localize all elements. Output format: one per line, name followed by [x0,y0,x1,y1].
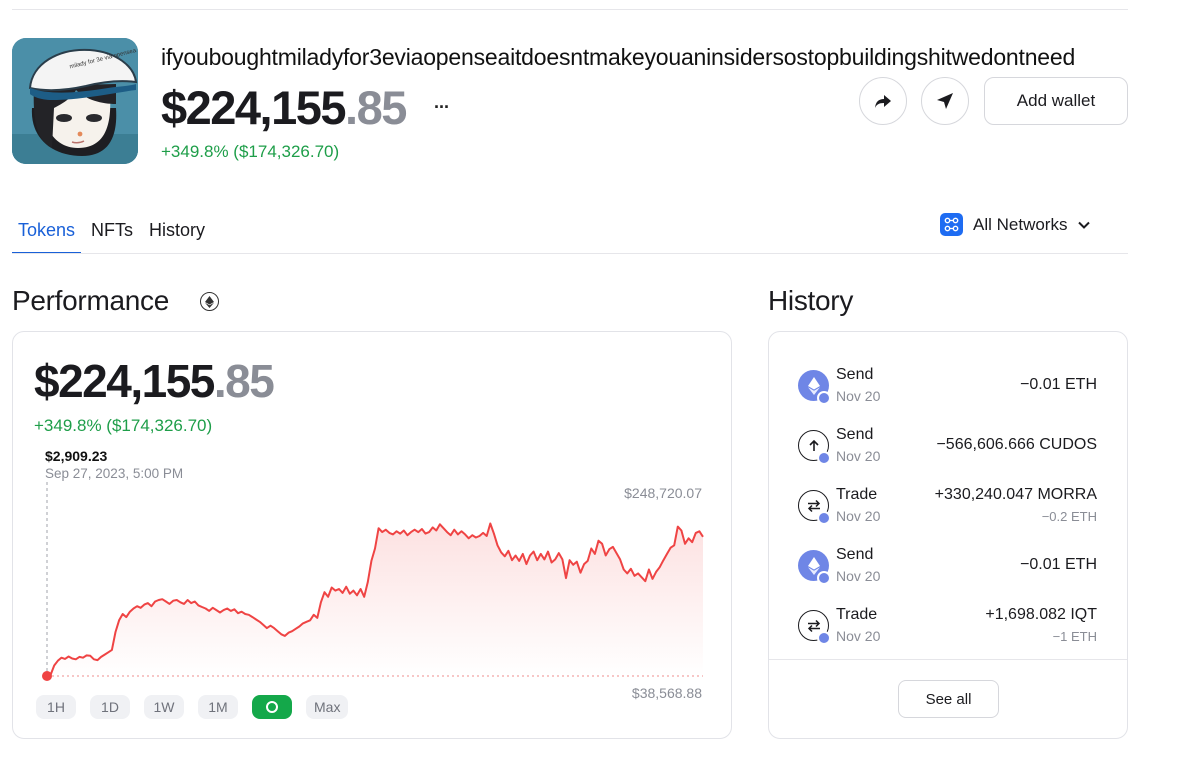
history-divider [769,659,1127,660]
history-amount: −0.01 ETH [1020,556,1097,573]
performance-title: Performance [12,285,169,316]
history-sub-amount: −0.2 ETH [1041,509,1097,524]
history-date: Nov 20 [836,568,881,584]
card-balance: $224,155.85 [34,354,275,408]
history-sub-amount: −1 ETH [1052,629,1097,644]
ethereum-info-icon[interactable] [200,292,219,311]
more-options-button[interactable]: ... [434,92,449,113]
send-button[interactable] [921,77,969,125]
tab-nfts[interactable]: NFTs [85,216,139,254]
history-type: Send [836,546,874,563]
history-amount: −0.01 ETH [1020,376,1097,393]
tabs-divider [12,253,1128,254]
profile-avatar: milady for 3e via opensea [12,38,138,164]
history-date: Nov 20 [836,388,881,404]
history-amount: +330,240.047 MORRA [934,486,1097,503]
history-item[interactable]: Send Nov 20 −0.01 ETH [769,540,1127,600]
wallet-name: ifyouboughtmiladyfor3eviaopenseaitdoesnt… [161,44,1076,70]
range-1w[interactable]: 1W [144,695,184,719]
card-balance-whole: $224,155 [34,355,215,407]
history-type: Send [836,426,874,443]
range-1d[interactable]: 1D [90,695,130,719]
history-card: Send Nov 20 −0.01 ETH Send Nov 20 −566,6… [768,331,1128,739]
history-item[interactable]: Trade Nov 20 +1,698.082 IQT −1 ETH [769,600,1127,660]
tooltip-date: Sep 27, 2023, 5:00 PM [45,466,184,481]
portfolio-balance: $224,155.85 [161,80,407,135]
history-item[interactable]: Send Nov 20 −566,606.666 CUDOS [769,420,1127,480]
chevron-down-icon [1078,221,1091,229]
network-grid-icon [940,213,963,236]
history-type: Trade [836,486,878,503]
balance-cents: .85 [345,81,407,134]
history-title: History [768,285,854,316]
share-button[interactable] [859,77,907,125]
chart-hover-point [42,671,52,681]
history-item[interactable]: Send Nov 20 −0.01 ETH [769,360,1127,420]
history-amount: −566,606.666 CUDOS [936,436,1097,453]
history-item[interactable]: Trade Nov 20 +330,240.047 MORRA −0.2 ETH [769,480,1127,540]
circle-icon [266,701,278,713]
see-all-button[interactable]: See all [898,680,999,718]
milady-avatar-image: milady for 3e via opensea [12,38,138,164]
history-date: Nov 20 [836,508,881,524]
chart-min-label: $38,568.88 [631,685,702,701]
ethereum-badge-icon [817,511,831,525]
ethereum-badge-icon [817,631,831,645]
ethereum-badge-icon [817,451,831,465]
history-amount: +1,698.082 IQT [985,606,1097,623]
add-wallet-button[interactable]: Add wallet [984,77,1128,125]
navigation-arrow-icon [937,93,953,109]
top-divider [12,9,1128,10]
balance-whole: $224,155 [161,81,347,134]
performance-card: $224,155.85 +349.8% ($174,326.70) $2,909… [12,331,732,739]
network-label: All Networks [973,214,1068,234]
balance-change: +349.8% ($174,326.70) [161,142,340,161]
card-balance-change: +349.8% ($174,326.70) [34,416,213,435]
range-1m[interactable]: 1M [198,695,238,719]
tab-history[interactable]: History [143,216,211,254]
card-balance-cents: .85 [213,355,275,407]
ethereum-badge-icon [817,391,831,405]
range-max[interactable]: Max [306,695,349,719]
history-type: Send [836,366,874,383]
history-type: Trade [836,606,878,623]
history-date: Nov 20 [836,448,881,464]
chart-max-label: $248,720.07 [624,485,702,501]
network-selector[interactable]: All Networks [940,213,1091,236]
tab-bar: Tokens NFTs History [12,216,215,254]
tooltip-value: $2,909.23 [45,448,108,464]
range-all-time[interactable] [252,695,292,719]
history-date: Nov 20 [836,628,881,644]
ethereum-badge-icon [817,571,831,585]
share-arrow-icon [875,95,891,108]
range-1h[interactable]: 1H [36,695,76,719]
time-range-selector: 1H 1D 1W 1M Max [36,695,349,719]
tab-tokens[interactable]: Tokens [12,216,82,254]
